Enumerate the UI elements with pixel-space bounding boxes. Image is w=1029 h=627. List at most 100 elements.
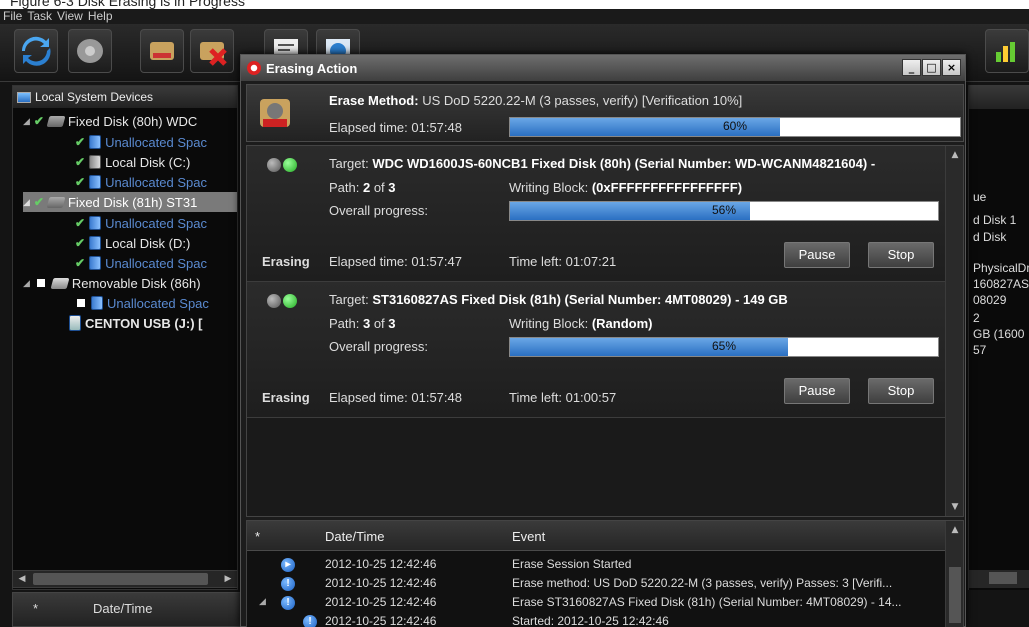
tree-item-centon-usb[interactable]: CENTON USB (J:) [ — [69, 313, 202, 333]
refresh-button[interactable] — [14, 29, 58, 73]
scroll-thumb[interactable] — [949, 567, 961, 623]
disk-button[interactable] — [68, 29, 112, 73]
target-name: ST3160827AS Fixed Disk (81h) (Serial Num… — [372, 292, 788, 307]
check-icon[interactable]: ✔ — [75, 175, 85, 189]
event-row[interactable]: ◢ ! 2012-10-25 12:42:46 Erase ST3160827A… — [247, 593, 947, 613]
check-icon[interactable]: ✔ — [75, 236, 85, 250]
target-prefix: Target: — [329, 292, 373, 307]
tree-item-disk-80h[interactable]: ◢ ✔ Fixed Disk (80h) WDC — [23, 111, 197, 131]
event-time: 2012-10-25 12:42:46 — [325, 595, 437, 609]
menu-file[interactable]: File — [3, 9, 22, 23]
stop-button[interactable]: Stop — [868, 378, 934, 404]
refresh-icon — [21, 36, 51, 66]
erase-method-value: US DoD 5220.22-M (3 passes, verify) [Ver… — [422, 93, 743, 108]
column-date-time[interactable]: Date/Time — [93, 601, 152, 616]
start-icon: ▸ — [281, 558, 295, 572]
tree-item-label: Removable Disk (86h) — [71, 275, 201, 291]
check-icon[interactable]: ✔ — [34, 114, 44, 128]
menu-help[interactable]: Help — [88, 9, 113, 23]
checkbox-empty-icon[interactable] — [36, 279, 45, 287]
device-tree-hscrollbar[interactable]: ◀ ▶ — [12, 570, 238, 588]
expand-icon[interactable]: ◢ — [23, 197, 30, 208]
tree-item-label: Unallocated Spac — [105, 255, 207, 271]
partition-icon — [89, 216, 102, 230]
hard-disk-icon — [46, 115, 66, 127]
expand-icon[interactable]: ◢ — [23, 278, 30, 289]
property-line: d Disk 1 — [973, 213, 1017, 227]
menu-view[interactable]: View — [57, 9, 83, 23]
target-progress-text: 56% — [711, 203, 737, 217]
writing-block-line: Writing Block: (0xFFFFFFFFFFFFFFFF) — [509, 180, 742, 195]
hard-disk-icon — [77, 39, 103, 63]
property-line: PhysicalDr — [973, 261, 1029, 275]
minimize-button[interactable]: _ — [902, 59, 921, 76]
path-of: of — [370, 180, 389, 195]
maximize-button[interactable]: □ — [922, 59, 941, 76]
scroll-up-icon[interactable]: ▲ — [949, 150, 961, 160]
event-text: Started: 2012-10-25 12:42:46 — [512, 614, 669, 627]
targets-vscrollbar[interactable]: ▲ ▼ — [945, 146, 963, 516]
checkbox-empty-icon[interactable] — [77, 299, 85, 307]
tree-item-volume-d[interactable]: ✔ Local Disk (D:) — [75, 233, 190, 253]
status-leds — [267, 294, 297, 308]
check-icon[interactable]: ✔ — [34, 195, 44, 209]
partition-icon — [89, 135, 102, 149]
properties-panel: ue d Disk 1 d Disk PhysicalDr 160827AS 0… — [968, 85, 1029, 590]
event-row[interactable]: ! 2012-10-25 12:42:46 Started: 2012-10-2… — [247, 612, 947, 627]
erase-disk-icon — [260, 99, 290, 127]
event-time: 2012-10-25 12:42:46 — [325, 557, 437, 571]
dialog-title-bar[interactable]: Erasing Action — [241, 55, 965, 81]
close-button[interactable]: × — [942, 59, 961, 76]
event-row[interactable]: ! 2012-10-25 12:42:46 Erase method: US D… — [247, 574, 947, 594]
check-icon[interactable]: ✔ — [75, 216, 85, 230]
property-line: GB (1600 — [973, 327, 1025, 341]
pause-button[interactable]: Pause — [784, 242, 850, 268]
info-icon: ! — [303, 615, 317, 627]
tree-item-unallocated[interactable]: ✔ Unallocated Spac — [75, 132, 207, 152]
check-icon[interactable]: ✔ — [75, 155, 85, 169]
property-line: d Disk — [973, 230, 1007, 244]
pause-button[interactable]: Pause — [784, 378, 850, 404]
erasing-action-dialog: Erasing Action _ □ × Erase Method: US Do… — [240, 54, 966, 627]
scroll-thumb[interactable] — [33, 573, 208, 585]
tree-item-unallocated[interactable]: Unallocated Spac — [75, 293, 209, 313]
column-date-time[interactable]: Date/Time — [325, 529, 384, 544]
led-grey-icon — [267, 158, 281, 172]
overall-progress-label: Overall progress: — [329, 203, 428, 218]
info-icon: ! — [281, 577, 295, 591]
writing-block-label: Writing Block: — [509, 180, 592, 195]
writing-block-line: Writing Block: (Random) — [509, 316, 653, 331]
erase-button[interactable] — [140, 29, 184, 73]
tree-item-label: Unallocated Spac — [105, 134, 207, 150]
tree-item-unallocated[interactable]: ✔ Unallocated Spac — [75, 213, 207, 233]
expand-icon[interactable]: ◢ — [259, 596, 266, 607]
dialog-title: Erasing Action — [266, 60, 358, 76]
session-progress-text: 60% — [722, 119, 748, 133]
tree-item-removable-86h[interactable]: ◢ Removable Disk (86h) — [23, 273, 201, 293]
figure-caption: Figure 6-3 Disk Erasing is in Progress — [0, 0, 1029, 9]
stop-button[interactable]: Stop — [868, 242, 934, 268]
menu-task[interactable]: Task — [27, 9, 52, 23]
scroll-right-icon[interactable]: ▶ — [221, 572, 235, 586]
check-icon[interactable]: ✔ — [75, 135, 85, 149]
led-green-icon — [283, 294, 297, 308]
cancel-erase-button[interactable] — [190, 29, 234, 73]
tree-item-unallocated[interactable]: ✔ Unallocated Spac — [75, 253, 207, 273]
tree-item-unallocated[interactable]: ✔ Unallocated Spac — [75, 172, 207, 192]
event-log-vscrollbar[interactable]: ▲ — [945, 521, 963, 627]
target-line: Target: ST3160827AS Fixed Disk (81h) (Se… — [329, 292, 788, 307]
chart-button[interactable] — [985, 29, 1029, 73]
expand-icon[interactable]: ◢ — [23, 116, 30, 127]
scroll-left-icon[interactable]: ◀ — [15, 572, 29, 586]
tree-item-label: CENTON USB (J:) [ — [85, 315, 203, 331]
target-status: Erasing — [262, 254, 310, 269]
event-row[interactable]: ▸ 2012-10-25 12:42:46 Erase Session Star… — [247, 555, 947, 575]
tree-item-volume-c[interactable]: ✔ Local Disk (C:) — [75, 152, 190, 172]
targets-list: Target: WDC WD1600JS-60NCB1 Fixed Disk (… — [246, 145, 964, 517]
check-icon[interactable]: ✔ — [75, 256, 85, 270]
path-line: Path: 2 of 3 — [329, 180, 396, 195]
column-event[interactable]: Event — [512, 529, 545, 544]
scroll-down-icon[interactable]: ▼ — [949, 502, 961, 512]
tree-item-disk-81h[interactable]: ◢ ✔ Fixed Disk (81h) ST31 — [23, 192, 237, 212]
scroll-up-icon[interactable]: ▲ — [949, 525, 961, 535]
